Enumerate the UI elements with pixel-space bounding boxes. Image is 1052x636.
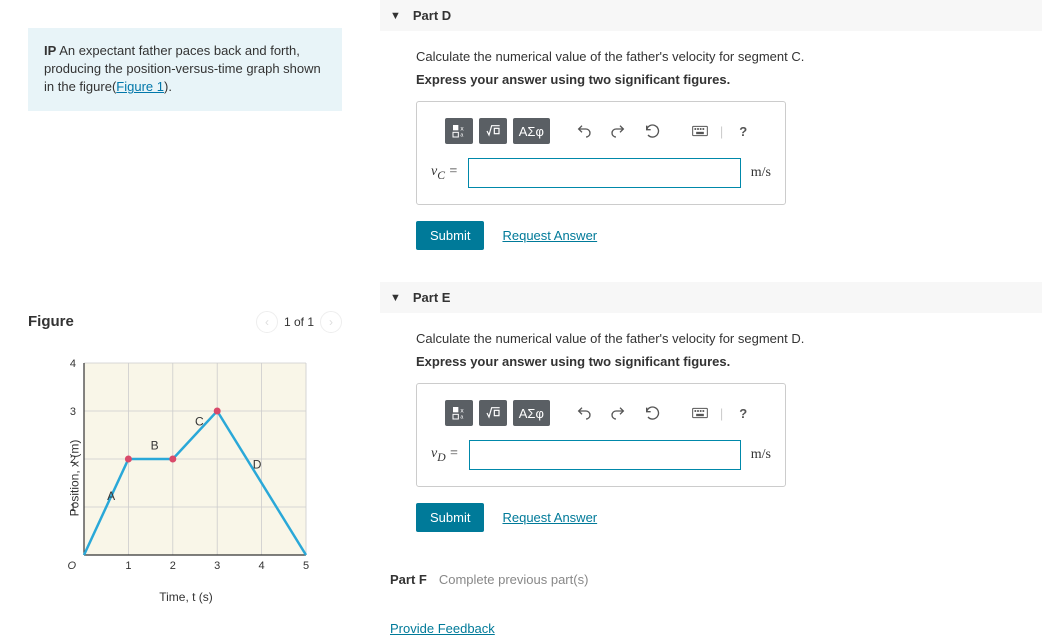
redo-button[interactable] <box>604 118 632 144</box>
figure-title: Figure <box>28 313 74 330</box>
collapse-icon: ▼ <box>390 10 401 22</box>
svg-text:B: B <box>151 438 159 452</box>
template-button[interactable]: xa <box>445 400 473 426</box>
collapse-icon: ▼ <box>390 292 401 304</box>
part-f-label: Part F <box>390 572 427 587</box>
svg-text:2: 2 <box>170 560 176 572</box>
provide-feedback-link[interactable]: Provide Feedback <box>390 621 495 636</box>
svg-text:x: x <box>460 407 464 414</box>
part-e-unit: m/s <box>751 447 771 463</box>
keyboard-button[interactable] <box>686 400 714 426</box>
svg-text:1: 1 <box>125 560 131 572</box>
greek-button[interactable]: ΑΣφ <box>513 400 550 426</box>
keyboard-button[interactable] <box>686 118 714 144</box>
svg-text:4: 4 <box>259 560 265 572</box>
svg-text:3: 3 <box>70 406 76 418</box>
part-e-submit-button[interactable]: Submit <box>416 503 484 532</box>
reset-button[interactable] <box>638 400 666 426</box>
svg-text:a: a <box>460 414 463 420</box>
part-d-unit: m/s <box>751 165 771 181</box>
undo-button[interactable] <box>570 118 598 144</box>
part-e-variable: vD = <box>431 446 459 464</box>
part-d-request-answer-link[interactable]: Request Answer <box>502 228 597 243</box>
part-e-instruction: Calculate the numerical value of the fat… <box>416 331 1020 346</box>
radical-button[interactable] <box>479 118 507 144</box>
part-e-answer-box: xa ΑΣφ <box>416 383 786 487</box>
part-d-label: Part D <box>413 8 451 23</box>
part-d-answer-input[interactable] <box>468 158 741 188</box>
svg-text:3: 3 <box>214 560 220 572</box>
figure-nav-text: 1 of 1 <box>284 315 314 329</box>
figure-prev-button[interactable]: ‹ <box>256 311 278 333</box>
part-d-submit-button[interactable]: Submit <box>416 221 484 250</box>
answer-toolbar: xa ΑΣφ <box>431 118 771 144</box>
part-d-variable: vC = <box>431 164 458 182</box>
answer-toolbar: xa ΑΣφ <box>431 400 771 426</box>
svg-text:A: A <box>107 488 115 502</box>
redo-button[interactable] <box>604 400 632 426</box>
svg-text:D: D <box>253 457 262 471</box>
figure-link[interactable]: Figure 1 <box>116 79 164 94</box>
part-e-header[interactable]: ▼ Part E <box>380 282 1042 313</box>
part-d-answer-box: xa ΑΣφ <box>416 101 786 205</box>
svg-text:x: x <box>460 125 464 132</box>
svg-text:a: a <box>460 132 463 138</box>
undo-button[interactable] <box>570 400 598 426</box>
position-time-chart: Position, x (m) 123451234OABCD Time, t (… <box>56 353 342 604</box>
chart-xlabel: Time, t (s) <box>56 590 316 604</box>
part-f-msg: Complete previous part(s) <box>439 572 589 587</box>
part-e: ▼ Part E Calculate the numerical value o… <box>380 282 1042 542</box>
svg-text:O: O <box>67 560 76 572</box>
template-button[interactable]: xa <box>445 118 473 144</box>
svg-text:5: 5 <box>303 560 309 572</box>
part-e-label: Part E <box>413 290 451 305</box>
reset-button[interactable] <box>638 118 666 144</box>
problem-statement: IP An expectant father paces back and fo… <box>28 28 342 111</box>
part-e-answer-input[interactable] <box>469 440 741 470</box>
part-d-hint: Express your answer using two significan… <box>416 72 1020 87</box>
greek-button[interactable]: ΑΣφ <box>513 118 550 144</box>
help-button[interactable]: ? <box>729 400 757 426</box>
part-d: ▼ Part D Calculate the numerical value o… <box>380 0 1042 260</box>
figure-nav: ‹ 1 of 1 › <box>256 311 342 333</box>
part-d-instruction: Calculate the numerical value of the fat… <box>416 49 1020 64</box>
radical-button[interactable] <box>479 400 507 426</box>
part-f: Part F Complete previous part(s) <box>380 564 1042 595</box>
part-e-request-answer-link[interactable]: Request Answer <box>502 510 597 525</box>
chart-ylabel: Position, x (m) <box>67 440 81 517</box>
problem-prefix: IP <box>44 43 56 58</box>
figure-next-button[interactable]: › <box>320 311 342 333</box>
help-button[interactable]: ? <box>729 118 757 144</box>
svg-text:C: C <box>195 414 204 428</box>
problem-text: An expectant father paces back and forth… <box>44 43 321 94</box>
part-d-header[interactable]: ▼ Part D <box>380 0 1042 31</box>
part-e-hint: Express your answer using two significan… <box>416 354 1020 369</box>
svg-text:4: 4 <box>70 358 76 370</box>
